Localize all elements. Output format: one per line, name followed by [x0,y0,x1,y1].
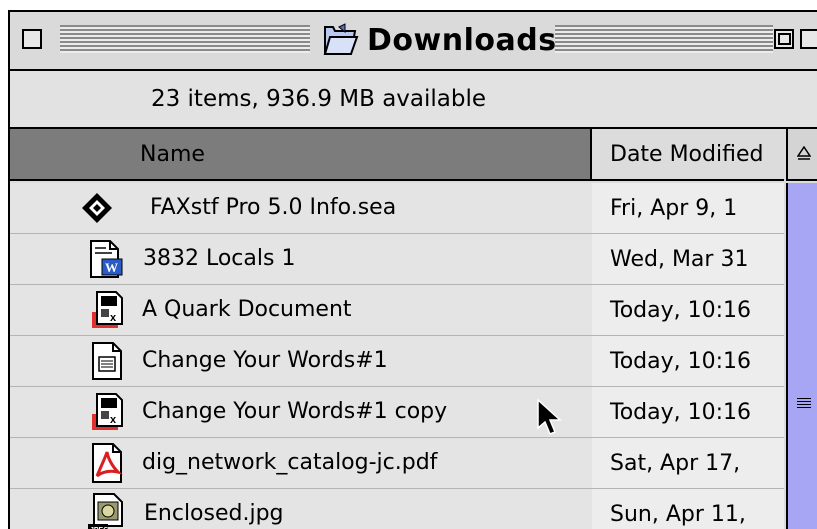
jpeg-image-icon: JPEG [88,493,123,529]
file-name: Change Your Words#1 copy [142,399,448,424]
file-date: Today, 10:16 [610,399,752,425]
title-stripes-left [60,25,310,53]
title-stripes-right [555,25,773,53]
svg-text:x: x [110,312,117,324]
file-row[interactable]: x A Quark Document Today, 10:16 [10,285,784,336]
scroll-thumb[interactable] [788,383,817,423]
title-bar[interactable]: Downloads [10,12,817,71]
file-row[interactable]: JPEG Enclosed.jpg Sun, Apr 11, [10,489,784,529]
file-date: Today, 10:16 [610,297,752,323]
file-name: dig_network_catalog-jc.pdf [142,450,438,475]
file-name: A Quark Document [142,297,352,322]
file-row[interactable]: FAXstf Pro 5.0 Info.sea Fri, Apr 9, 1 [10,183,784,234]
collapse-box[interactable] [800,29,817,49]
quark-document-icon: x [92,393,123,430]
file-row[interactable]: x Change Your Words#1 copy Today, 10:16 [10,387,784,438]
file-row[interactable]: Change Your Words#1 Today, 10:16 [10,336,784,387]
file-date: Today, 10:16 [610,348,752,374]
folder-icon [323,23,359,55]
pdf-document-icon [92,443,123,483]
name-column-label: Name [140,141,205,167]
sort-triangle-icon [796,146,811,160]
file-date: Fri, Apr 9, 1 [610,195,738,221]
window-title: Downloads [367,22,557,58]
file-row[interactable]: dig_network_catalog-jc.pdf Sat, Apr 17, [10,438,784,489]
text-document-icon [92,342,122,380]
word-document-icon: W [90,240,123,278]
file-row[interactable]: W 3832 Locals 1 Wed, Mar 31 [10,234,784,285]
file-list: FAXstf Pro 5.0 Info.sea Fri, Apr 9, 1 W … [10,183,784,529]
arrow-cursor-icon [537,398,562,435]
close-box[interactable] [22,29,42,49]
svg-text:W: W [105,260,118,275]
column-headers: Name Date Modified [10,129,817,181]
vertical-scrollbar[interactable] [786,183,817,529]
window-title-group: Downloads [315,22,563,58]
file-name: FAXstf Pro 5.0 Info.sea [150,195,397,220]
name-column-header[interactable]: Name [10,129,592,181]
file-date: Sun, Apr 11, [610,501,746,527]
date-modified-column-header[interactable]: Date Modified [592,129,784,181]
items-available-text: 23 items, 936.9 MB available [150,86,487,112]
date-modified-column-label: Date Modified [610,141,764,167]
faxstf-archive-icon [82,193,112,223]
file-date: Wed, Mar 31 [610,246,749,272]
quark-document-icon: x [92,291,123,328]
file-name: Enclosed.jpg [144,501,284,526]
zoom-box[interactable] [774,29,794,49]
info-bar: 23 items, 936.9 MB available [10,71,817,129]
svg-text:x: x [110,414,117,426]
file-name: Change Your Words#1 [142,348,388,373]
file-date: Sat, Apr 17, [610,450,741,476]
finder-window: Downloads 23 items, 936.9 MB available N… [8,10,817,529]
file-name: 3832 Locals 1 [143,246,296,271]
sort-direction-button[interactable] [786,129,817,181]
scroll-grip-icon [796,398,811,408]
